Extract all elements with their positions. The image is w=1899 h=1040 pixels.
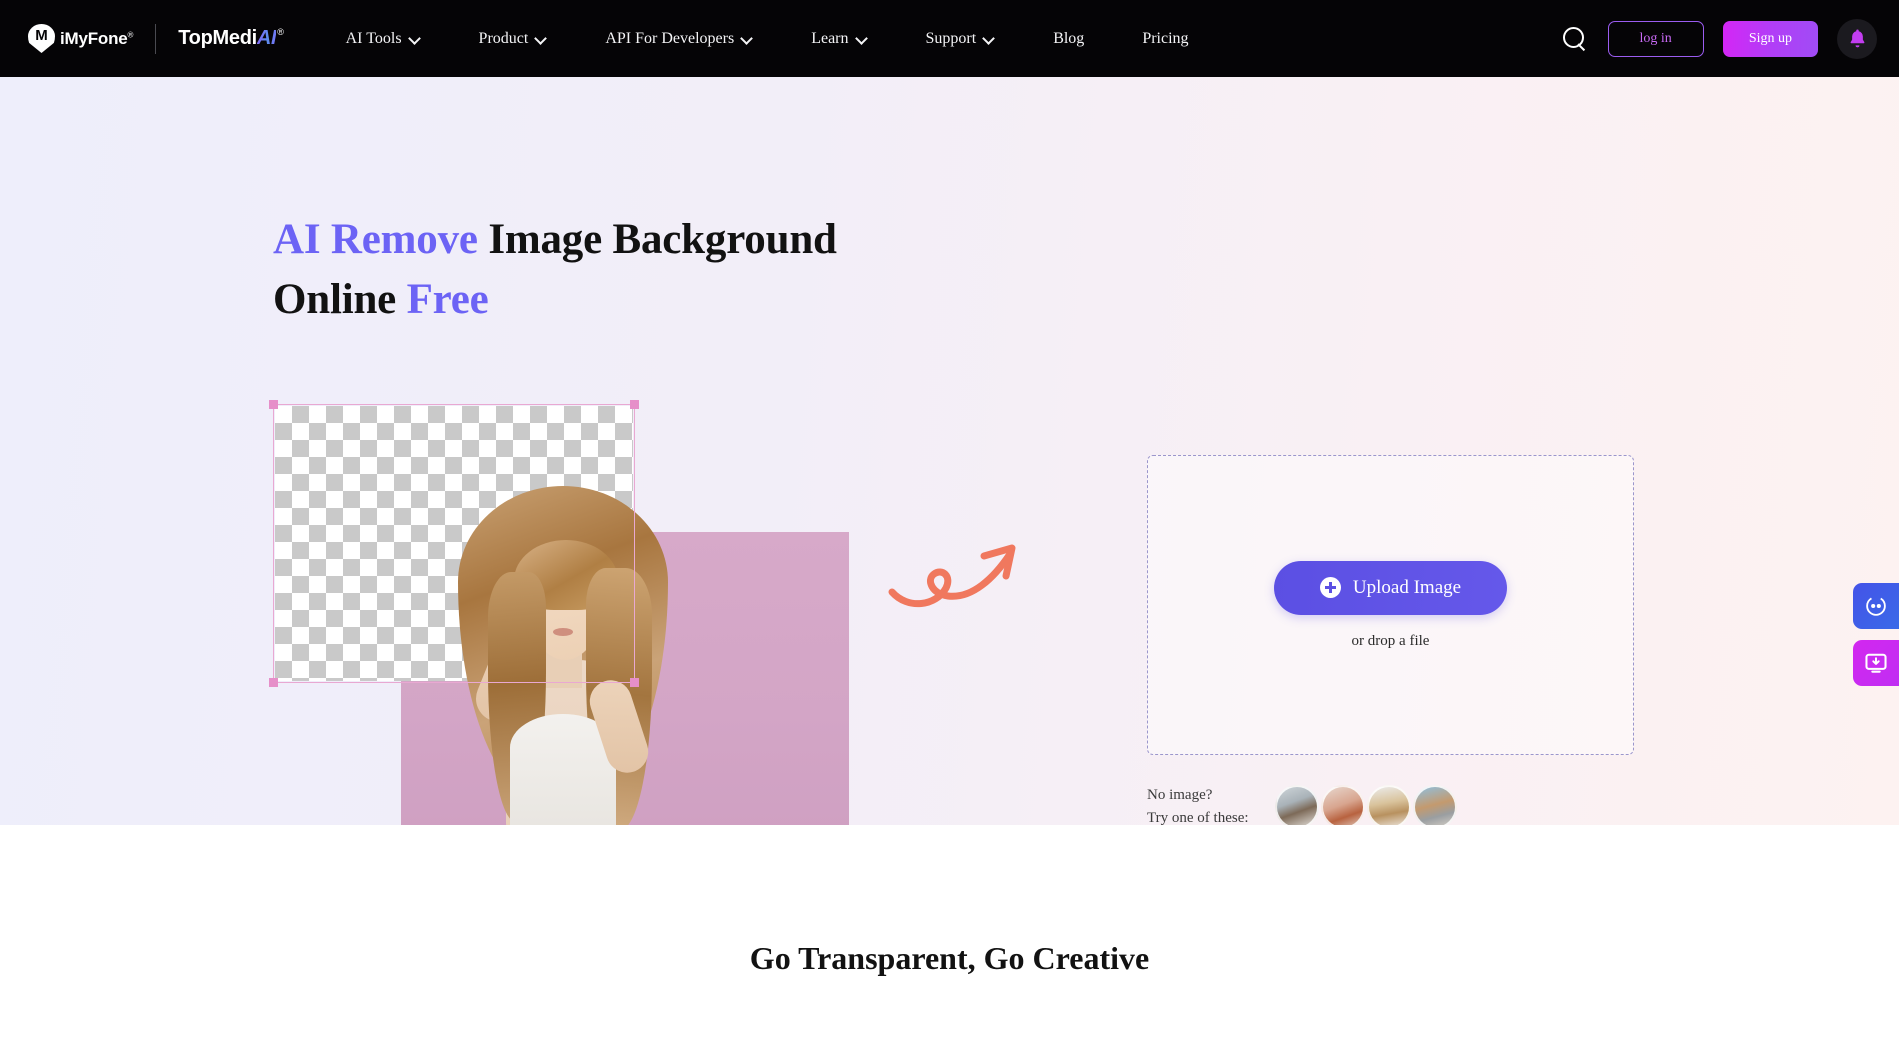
nav-item-support[interactable]: Support bbox=[926, 24, 996, 54]
selection-handle-bottom-left[interactable] bbox=[269, 678, 278, 687]
download-monitor-icon bbox=[1865, 653, 1887, 673]
bell-icon bbox=[1850, 29, 1864, 48]
page-title: AI Remove Image Background Online Free bbox=[273, 210, 837, 330]
topmedia-ai-word: AI bbox=[256, 27, 277, 49]
nav-item-label: Learn bbox=[811, 29, 849, 47]
notifications-button[interactable] bbox=[1837, 18, 1877, 59]
upload-dropzone[interactable]: Upload Image or drop a file bbox=[1147, 455, 1634, 755]
nav-item-label: Blog bbox=[1053, 29, 1085, 47]
search-icon[interactable] bbox=[1561, 25, 1589, 53]
lower-section: Go Transparent, Go Creative bbox=[0, 825, 1899, 1040]
imyfone-wordmark: iMyFone® bbox=[60, 28, 134, 48]
hero-section: AI Remove Image Background Online Free U… bbox=[0, 77, 1899, 825]
chevron-down-icon bbox=[742, 33, 753, 44]
page-title-rest-1: Image Background bbox=[477, 216, 837, 263]
sample-perfume-bottle[interactable] bbox=[1321, 784, 1365, 825]
chevron-down-icon bbox=[984, 33, 995, 44]
selection-box[interactable] bbox=[269, 400, 639, 687]
sample-label-line1: No image? bbox=[1147, 787, 1213, 803]
nav-links: AI Tools Product API For Developers Lear… bbox=[346, 24, 1247, 54]
plus-circle-icon bbox=[1319, 577, 1341, 598]
chat-bubble-icon bbox=[1866, 596, 1886, 616]
sample-images-row: No image? Try one of these: bbox=[1147, 784, 1459, 825]
nav-item-pricing[interactable]: Pricing bbox=[1142, 24, 1188, 54]
chevron-down-icon bbox=[536, 33, 547, 44]
chevron-down-icon bbox=[410, 33, 421, 44]
upload-image-button-label: Upload Image bbox=[1352, 576, 1462, 598]
nav-right-actions: log in Sign up bbox=[1561, 0, 1877, 77]
sample-white-suv[interactable] bbox=[1413, 784, 1457, 825]
brand-block: iMyFone® TopMediAI® bbox=[0, 23, 284, 54]
curly-arrow-pointing-to-upload bbox=[888, 532, 1048, 622]
signup-button[interactable]: Sign up bbox=[1722, 20, 1818, 57]
top-navigation-bar: iMyFone® TopMediAI® AI Tools Product API… bbox=[0, 0, 1899, 77]
page-title-accent-2: Free bbox=[406, 276, 489, 324]
floating-side-tabs bbox=[1853, 583, 1899, 697]
nav-item-label: Product bbox=[478, 29, 529, 47]
nav-item-label: Pricing bbox=[1142, 29, 1189, 47]
nav-item-label: AI Tools bbox=[345, 29, 402, 47]
download-app-tab[interactable] bbox=[1853, 640, 1899, 686]
upload-image-button[interactable]: Upload Image bbox=[1273, 560, 1508, 615]
nav-item-label: API For Developers bbox=[605, 29, 735, 47]
topmedia-registered-mark: ® bbox=[277, 27, 284, 37]
brand-divider bbox=[155, 23, 157, 54]
nav-item-label: Support bbox=[925, 29, 977, 47]
nav-item-learn[interactable]: Learn bbox=[811, 24, 867, 54]
sample-hamster[interactable] bbox=[1367, 784, 1411, 825]
nav-item-blog[interactable]: Blog bbox=[1053, 24, 1084, 54]
topmediai-logo[interactable]: TopMedi AI ® bbox=[178, 27, 284, 50]
chevron-down-icon bbox=[857, 33, 868, 44]
sample-images-label: No image? Try one of these: bbox=[1147, 784, 1275, 825]
sample-man-with-car[interactable] bbox=[1275, 784, 1319, 825]
imyfone-shield-icon bbox=[28, 24, 55, 53]
topmedia-word: TopMedi bbox=[178, 27, 257, 49]
drop-a-file-text: or drop a file bbox=[1351, 632, 1430, 649]
login-button[interactable]: log in bbox=[1607, 20, 1704, 57]
hero-artwork bbox=[269, 400, 853, 825]
sample-label-line2: Try one of these: bbox=[1147, 809, 1249, 826]
imyfone-logo[interactable]: iMyFone® bbox=[28, 24, 133, 53]
nav-item-ai-tools[interactable]: AI Tools bbox=[346, 24, 421, 54]
sample-thumbnails bbox=[1275, 784, 1459, 825]
curly-arrow-icon bbox=[888, 544, 1016, 608]
chat-support-tab[interactable] bbox=[1853, 583, 1899, 629]
selection-handle-top-right[interactable] bbox=[630, 400, 639, 409]
page-title-rest-2: Online bbox=[273, 276, 407, 324]
nav-item-product[interactable]: Product bbox=[479, 24, 548, 54]
selection-handle-bottom-right[interactable] bbox=[630, 678, 639, 687]
selection-handle-top-left[interactable] bbox=[269, 400, 278, 409]
section-heading: Go Transparent, Go Creative bbox=[749, 940, 1150, 976]
page-title-accent-1: AI Remove bbox=[273, 216, 478, 263]
nav-item-api-for-developers[interactable]: API For Developers bbox=[605, 24, 753, 54]
